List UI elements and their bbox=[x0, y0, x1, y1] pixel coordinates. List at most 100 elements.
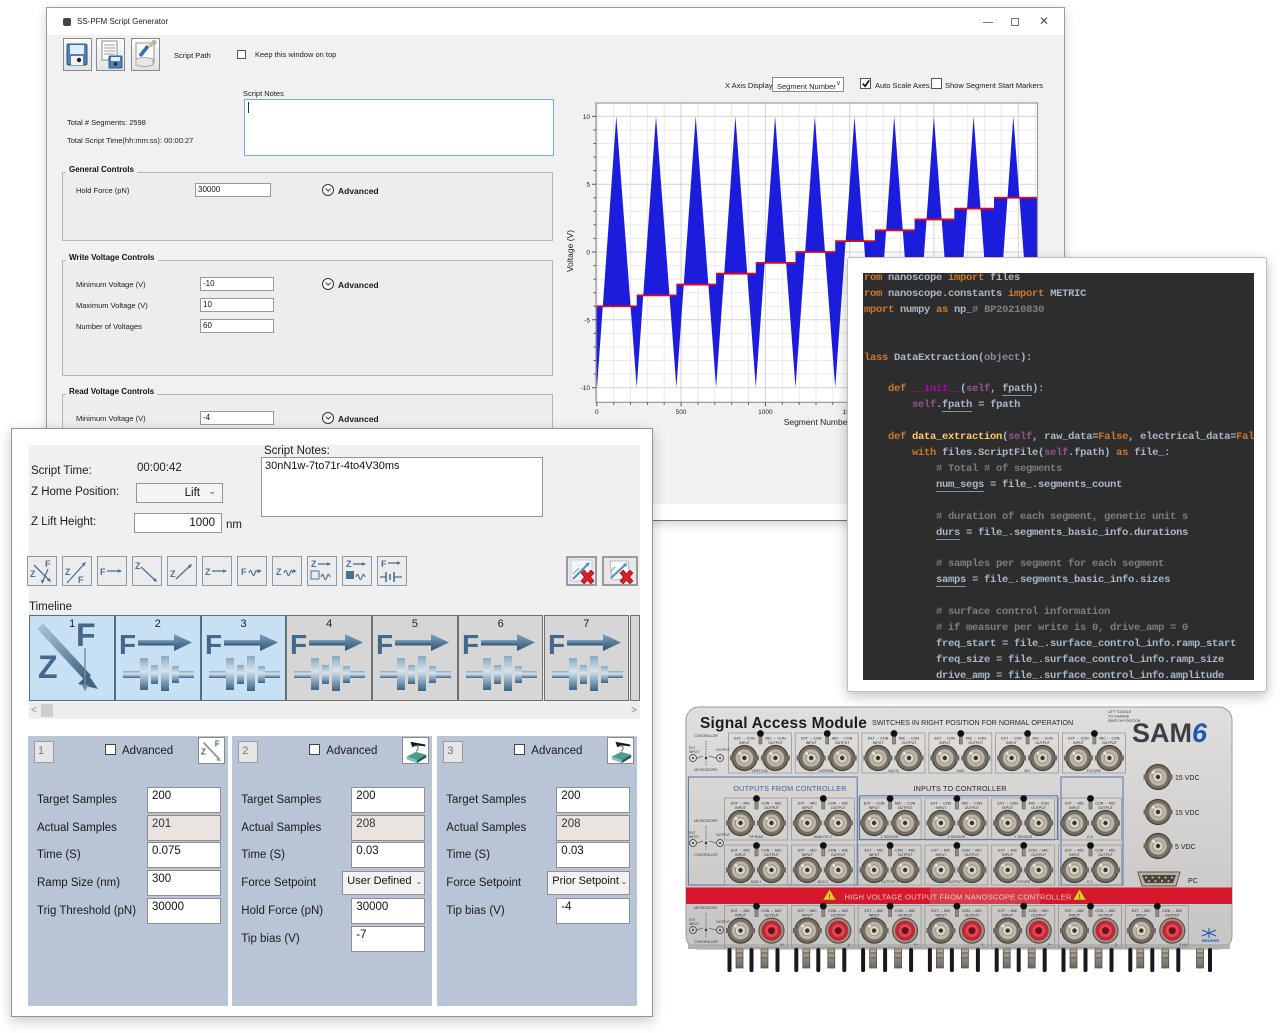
svg-text:OUTPUT: OUTPUT bbox=[1035, 741, 1051, 745]
svg-text:OUTPUT: OUTPUT bbox=[965, 806, 981, 810]
svg-text:INPUT: INPUT bbox=[1002, 806, 1014, 810]
svg-text:Z: Z bbox=[65, 567, 71, 577]
svg-text:OUTPUT: OUTPUT bbox=[1031, 806, 1047, 810]
svg-text:INPUT: INPUT bbox=[689, 922, 699, 926]
svg-text:EXT → MIC: EXT → MIC bbox=[1065, 909, 1085, 913]
svg-text:F: F bbox=[381, 559, 387, 569]
svg-text:MIC → CON: MIC → CON bbox=[1033, 737, 1054, 741]
svg-text:OUTPUT: OUTPUT bbox=[902, 741, 918, 745]
svg-text:F: F bbox=[45, 559, 51, 569]
svg-text:Z: Z bbox=[205, 567, 211, 577]
svg-text:INPUT: INPUT bbox=[869, 853, 881, 857]
svg-text:INPUT: INPUT bbox=[802, 853, 814, 857]
svg-text:FUTURE: FUTURE bbox=[1087, 769, 1102, 773]
svg-text:OUTPUT: OUTPUT bbox=[768, 741, 784, 745]
svg-text:DDS 2: DDS 2 bbox=[818, 880, 828, 884]
svg-text:OUTPUT: OUTPUT bbox=[1098, 914, 1114, 918]
svg-text:INPUT: INPUT bbox=[735, 853, 747, 857]
svg-text:FUTURE: FUTURE bbox=[1016, 880, 1031, 884]
svg-text:INPUT: INPUT bbox=[1136, 914, 1148, 918]
svg-text:MIC → CON: MIC → CON bbox=[966, 737, 987, 741]
svg-text:15 VDC: 15 VDC bbox=[1175, 810, 1200, 817]
svg-text:CON → MIC: CON → MIC bbox=[761, 802, 782, 806]
svg-text:CON → MIC: CON → MIC bbox=[1095, 909, 1116, 913]
svg-text:Z: Z bbox=[201, 747, 206, 757]
svg-text:Z: Z bbox=[346, 559, 352, 569]
svg-text:OUTPUT: OUTPUT bbox=[831, 806, 847, 810]
svg-text:X+: X+ bbox=[780, 943, 786, 947]
svg-text:F: F bbox=[290, 629, 307, 660]
svg-text:F: F bbox=[205, 629, 222, 660]
svg-text:OUTPUT: OUTPUT bbox=[898, 914, 914, 918]
svg-text:INPUT: INPUT bbox=[802, 806, 814, 810]
svg-text:INPUT: INPUT bbox=[936, 914, 948, 918]
svg-text:INPUT: INPUT bbox=[1006, 741, 1018, 745]
svg-text:INPUT: INPUT bbox=[689, 835, 699, 839]
svg-text:EXT → MIC: EXT → MIC bbox=[998, 909, 1018, 913]
svg-text:5 VDC: 5 VDC bbox=[1175, 844, 1196, 851]
svg-text:EXT → MIC: EXT → MIC bbox=[931, 909, 951, 913]
svg-text:INPUTS TO CONTROLLER: INPUTS TO CONTROLLER bbox=[913, 784, 1006, 793]
svg-text:EXT → CON: EXT → CON bbox=[734, 737, 755, 741]
svg-text:INPUT: INPUT bbox=[939, 741, 951, 745]
svg-text:INPUT: INPUT bbox=[1002, 853, 1014, 857]
svg-text:Voltage (V): Voltage (V) bbox=[565, 230, 575, 272]
svg-text:LATERAL: LATERAL bbox=[819, 769, 834, 773]
svg-text:EXT → MIC: EXT → MIC bbox=[798, 849, 818, 853]
svg-text:EXT → CON: EXT → CON bbox=[1068, 737, 1089, 741]
svg-text:MICROSCOPE: MICROSCOPE bbox=[694, 768, 718, 772]
svg-text:EXT → CON: EXT → CON bbox=[997, 802, 1018, 806]
svg-text:15 VDC: 15 VDC bbox=[1175, 775, 1200, 782]
svg-text:EXT → MIC: EXT → MIC bbox=[931, 849, 951, 853]
svg-text:Z: Z bbox=[135, 561, 141, 571]
svg-text:EXT → CON: EXT → CON bbox=[1001, 737, 1022, 741]
svg-text:INPUT: INPUT bbox=[1002, 914, 1014, 918]
svg-text:MICROSCOPE: MICROSCOPE bbox=[694, 906, 718, 910]
svg-text:Z: Z bbox=[30, 569, 36, 579]
svg-text:OUTPUTS FROM CONTROLLER: OUTPUTS FROM CONTROLLER bbox=[733, 784, 846, 793]
svg-text:LIFT TOGGLE: LIFT TOGGLE bbox=[1108, 710, 1132, 714]
svg-text:X SENSOR: X SENSOR bbox=[947, 835, 966, 839]
svg-text:SWITCH POSITION: SWITCH POSITION bbox=[1108, 719, 1141, 723]
svg-text:DDS 1: DDS 1 bbox=[751, 880, 761, 884]
svg-text:PC: PC bbox=[1188, 878, 1198, 885]
svg-text:INPUT: INPUT bbox=[735, 806, 747, 810]
svg-text:SIG: SIG bbox=[1024, 769, 1030, 773]
svg-text:Z+: Z+ bbox=[1047, 943, 1052, 947]
svg-text:INPUT: INPUT bbox=[689, 750, 699, 754]
svg-text:0: 0 bbox=[586, 250, 590, 257]
svg-text:SAM6: SAM6 bbox=[1132, 718, 1208, 748]
svg-text:MICROSCOPE: MICROSCOPE bbox=[694, 819, 718, 823]
svg-text:OUTPUT: OUTPUT bbox=[898, 806, 914, 810]
svg-text:F: F bbox=[215, 738, 220, 748]
svg-text:CON → MIC: CON → MIC bbox=[1029, 909, 1050, 913]
svg-text:F: F bbox=[462, 629, 479, 660]
svg-text:0: 0 bbox=[595, 409, 599, 416]
svg-text:OUTPUT: OUTPUT bbox=[764, 853, 780, 857]
svg-text:CONTROLLER: CONTROLLER bbox=[694, 734, 718, 738]
svg-text:OUTPUT: OUTPUT bbox=[898, 853, 914, 857]
svg-text:MIC → CON: MIC → CON bbox=[832, 737, 853, 741]
svg-text:Signal Access Module: Signal Access Module bbox=[700, 715, 867, 732]
svg-text:INPUT: INPUT bbox=[1069, 853, 1081, 857]
svg-text:Z: Z bbox=[38, 649, 58, 685]
svg-text:CON → MIC: CON → MIC bbox=[962, 909, 983, 913]
svg-text:TIP BIAS: TIP BIAS bbox=[749, 835, 764, 839]
svg-text:EXT → CON: EXT → CON bbox=[864, 802, 885, 806]
svg-text:OUTPUT: OUTPUT bbox=[965, 914, 981, 918]
svg-text:CON → MIC: CON → MIC bbox=[828, 849, 849, 853]
svg-text:CON → MIC: CON → MIC bbox=[1029, 849, 1050, 853]
svg-text:SUM: SUM bbox=[956, 769, 964, 773]
svg-text:CON → MIC: CON → MIC bbox=[1095, 802, 1116, 806]
svg-text:EXT → CON: EXT → CON bbox=[801, 737, 822, 741]
svg-text:OUTPUT: OUTPUT bbox=[1102, 741, 1118, 745]
svg-text:CON → MIC: CON → MIC bbox=[828, 802, 849, 806]
svg-text:OUTPUT: OUTPUT bbox=[831, 853, 847, 857]
svg-text:VERTICAL: VERTICAL bbox=[751, 769, 768, 773]
svg-text:MIC → CON: MIC → CON bbox=[765, 737, 786, 741]
svg-text:MIC → CON: MIC → CON bbox=[1029, 802, 1050, 806]
svg-text:OUTPUT: OUTPUT bbox=[1031, 853, 1047, 857]
svg-text:INPUT: INPUT bbox=[936, 806, 948, 810]
svg-text:EXT → MIC: EXT → MIC bbox=[865, 849, 885, 853]
svg-text:INPUT: INPUT bbox=[873, 741, 885, 745]
